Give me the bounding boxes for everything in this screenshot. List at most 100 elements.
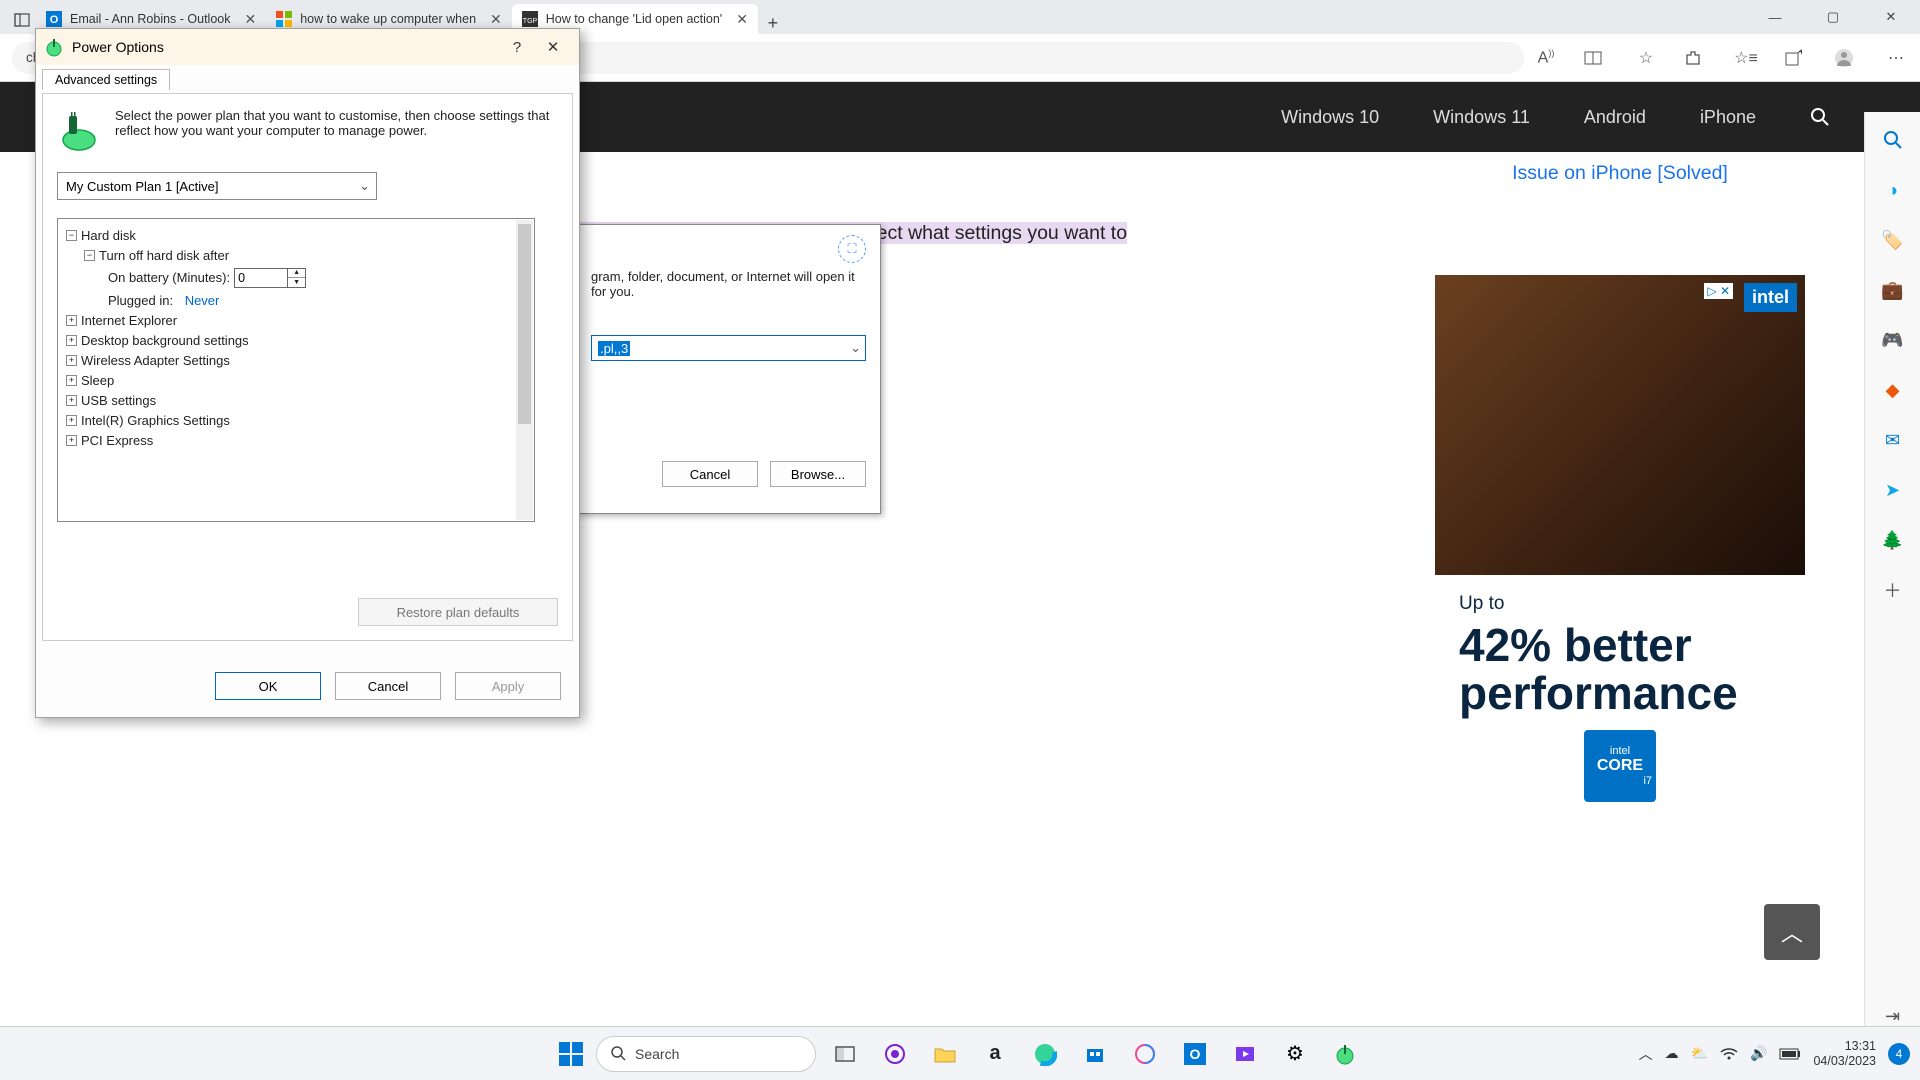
expand-icon[interactable]: + xyxy=(66,415,77,426)
expand-icon[interactable]: + xyxy=(66,435,77,446)
tray-onedrive-icon[interactable]: ☁ xyxy=(1665,1045,1679,1062)
sidebar-send-icon[interactable]: ➤ xyxy=(1879,476,1907,504)
scroll-to-top-button[interactable]: ︿ xyxy=(1764,904,1820,960)
nav-item-android[interactable]: Android xyxy=(1584,107,1646,128)
nav-item-win10[interactable]: Windows 10 xyxy=(1281,107,1379,128)
tree-intel-gfx[interactable]: +Intel(R) Graphics Settings xyxy=(66,410,526,430)
tree-scroll-thumb[interactable] xyxy=(518,224,531,424)
read-aloud-icon[interactable]: A)) xyxy=(1534,48,1558,67)
tab-actions-icon[interactable] xyxy=(8,6,36,34)
taskbar-amazon-icon[interactable]: a xyxy=(974,1033,1016,1075)
nav-item-iphone[interactable]: iPhone xyxy=(1700,107,1756,128)
tree-hard-disk[interactable]: −Hard disk xyxy=(66,225,526,245)
nav-item-win11[interactable]: Windows 11 xyxy=(1433,107,1530,128)
spin-down-icon[interactable]: ▼ xyxy=(288,278,305,287)
tree-plugged-in[interactable]: Plugged in: Never xyxy=(66,290,526,310)
tree-wireless[interactable]: +Wireless Adapter Settings xyxy=(66,350,526,370)
sidebar-tools-icon[interactable]: 💼 xyxy=(1879,276,1907,304)
settings-tree[interactable]: −Hard disk −Turn off hard disk after On … xyxy=(57,218,535,522)
taskbar-outlook-icon[interactable]: O xyxy=(1174,1033,1216,1075)
tab-close-icon[interactable]: ✕ xyxy=(736,11,748,28)
taskbar-edge-icon[interactable] xyxy=(1024,1033,1066,1075)
ok-button[interactable]: OK xyxy=(215,672,321,700)
tray-weather-icon[interactable]: ⛅ xyxy=(1691,1045,1708,1062)
tree-desktop-bg[interactable]: +Desktop background settings xyxy=(66,330,526,350)
minutes-spinner[interactable]: ▲▼ xyxy=(234,268,306,288)
sidebar-office-icon[interactable]: ◆ xyxy=(1879,376,1907,404)
sidebar-shopping-icon[interactable]: 🏷️ xyxy=(1879,226,1907,254)
sidebar-tree-icon[interactable]: 🌲 xyxy=(1879,526,1907,554)
site-search-icon[interactable] xyxy=(1810,107,1830,127)
plugged-value[interactable]: Never xyxy=(185,293,220,308)
collapse-icon[interactable]: − xyxy=(84,250,95,261)
help-button[interactable]: ? xyxy=(499,32,535,62)
taskbar-clock[interactable]: 13:31 04/03/2023 xyxy=(1813,1039,1876,1068)
taskbar-settings-icon[interactable]: ⚙ xyxy=(1274,1033,1316,1075)
tab-advanced-settings[interactable]: Advanced settings xyxy=(42,69,170,90)
sidebar-search-icon[interactable] xyxy=(1879,126,1907,154)
dialog-titlebar[interactable]: Power Options ? ✕ xyxy=(36,29,579,65)
window-maximize-button[interactable]: ▢ xyxy=(1804,0,1862,34)
related-link[interactable]: Issue on iPhone [Solved] xyxy=(1430,162,1810,185)
profile-icon[interactable] xyxy=(1834,48,1858,68)
sidebar-outlook-icon[interactable]: ✉ xyxy=(1879,426,1907,454)
tree-sleep[interactable]: +Sleep xyxy=(66,370,526,390)
dialog-close-button[interactable]: ✕ xyxy=(535,32,571,62)
more-icon[interactable]: ⋯ xyxy=(1884,48,1908,68)
tray-volume-icon[interactable]: 🔊 xyxy=(1750,1045,1767,1062)
taskbar-explorer-icon[interactable] xyxy=(924,1033,966,1075)
taskbar-copilot-icon[interactable] xyxy=(1124,1033,1166,1075)
notifications-badge[interactable]: 4 xyxy=(1888,1043,1910,1065)
expand-icon[interactable]: + xyxy=(66,395,77,406)
expand-icon[interactable]: + xyxy=(66,355,77,366)
sidebar-ad[interactable]: ▷ ✕ intel Up to 42% better performance i… xyxy=(1435,275,1805,822)
task-view-icon[interactable] xyxy=(824,1033,866,1075)
extensions-icon[interactable] xyxy=(1684,49,1708,67)
restore-defaults-button[interactable]: Restore plan defaults xyxy=(358,598,558,626)
minutes-input[interactable] xyxy=(234,268,288,288)
spin-up-icon[interactable]: ▲ xyxy=(288,269,305,279)
expand-icon[interactable]: + xyxy=(66,335,77,346)
tab-close-icon[interactable]: ✕ xyxy=(490,11,502,28)
tree-turn-off-hdd[interactable]: −Turn off hard disk after xyxy=(66,245,526,265)
tree-scrollbar[interactable] xyxy=(516,220,533,520)
tray-overflow-icon[interactable]: ︿ xyxy=(1639,1044,1653,1064)
favorites-icon[interactable]: ☆≡ xyxy=(1734,48,1758,68)
chevron-down-icon[interactable]: ⌄ xyxy=(359,178,370,194)
start-button[interactable] xyxy=(554,1037,588,1071)
collapse-icon[interactable]: − xyxy=(66,230,77,241)
window-minimize-button[interactable]: — xyxy=(1746,0,1804,34)
sidebar-games-icon[interactable]: 🎮 xyxy=(1879,326,1907,354)
taskbar-search[interactable]: Search xyxy=(596,1036,816,1072)
expand-icon[interactable]: + xyxy=(66,375,77,386)
tree-pci[interactable]: +PCI Express xyxy=(66,430,526,450)
taskbar-clipchamp-icon[interactable] xyxy=(1224,1033,1266,1075)
run-cancel-button[interactable]: Cancel xyxy=(662,461,758,487)
tray-battery-icon[interactable] xyxy=(1779,1048,1801,1060)
window-close-button[interactable]: ✕ xyxy=(1862,0,1920,34)
adchoices-icon[interactable]: ▷ ✕ xyxy=(1704,283,1733,299)
run-open-field[interactable]: .pl,,3 ⌄ xyxy=(591,335,866,361)
tree-ie[interactable]: +Internet Explorer xyxy=(66,310,526,330)
collections-icon[interactable]: + xyxy=(1784,49,1808,67)
sidebar-bing-icon[interactable]: ◑ xyxy=(1879,176,1907,204)
apply-button[interactable]: Apply xyxy=(455,672,561,700)
tree-on-battery[interactable]: On battery (Minutes): ▲▼ xyxy=(66,265,526,290)
power-plan-select[interactable]: My Custom Plan 1 [Active] ⌄ xyxy=(57,172,377,200)
tab-close-icon[interactable]: ✕ xyxy=(245,11,257,28)
run-browse-button[interactable]: Browse... xyxy=(770,461,866,487)
expand-icon[interactable]: + xyxy=(66,315,77,326)
new-tab-button[interactable]: + xyxy=(758,13,788,34)
cancel-button[interactable]: Cancel xyxy=(335,672,441,700)
taskbar-power-options-icon[interactable] xyxy=(1324,1033,1366,1075)
add-favorite-icon[interactable]: ☆ xyxy=(1634,48,1658,68)
tray-wifi-icon[interactable] xyxy=(1720,1047,1738,1061)
translate-icon[interactable] xyxy=(1584,49,1608,67)
taskbar-store-icon[interactable] xyxy=(1074,1033,1116,1075)
chevron-down-icon[interactable]: ⌄ xyxy=(850,340,861,356)
tree-usb[interactable]: +USB settings xyxy=(66,390,526,410)
chip-intel: intel xyxy=(1610,745,1630,757)
taskbar-chat-icon[interactable] xyxy=(874,1033,916,1075)
screen-snip-icon[interactable]: ⛶ xyxy=(838,235,866,263)
sidebar-add-icon[interactable]: ＋ xyxy=(1879,576,1907,604)
